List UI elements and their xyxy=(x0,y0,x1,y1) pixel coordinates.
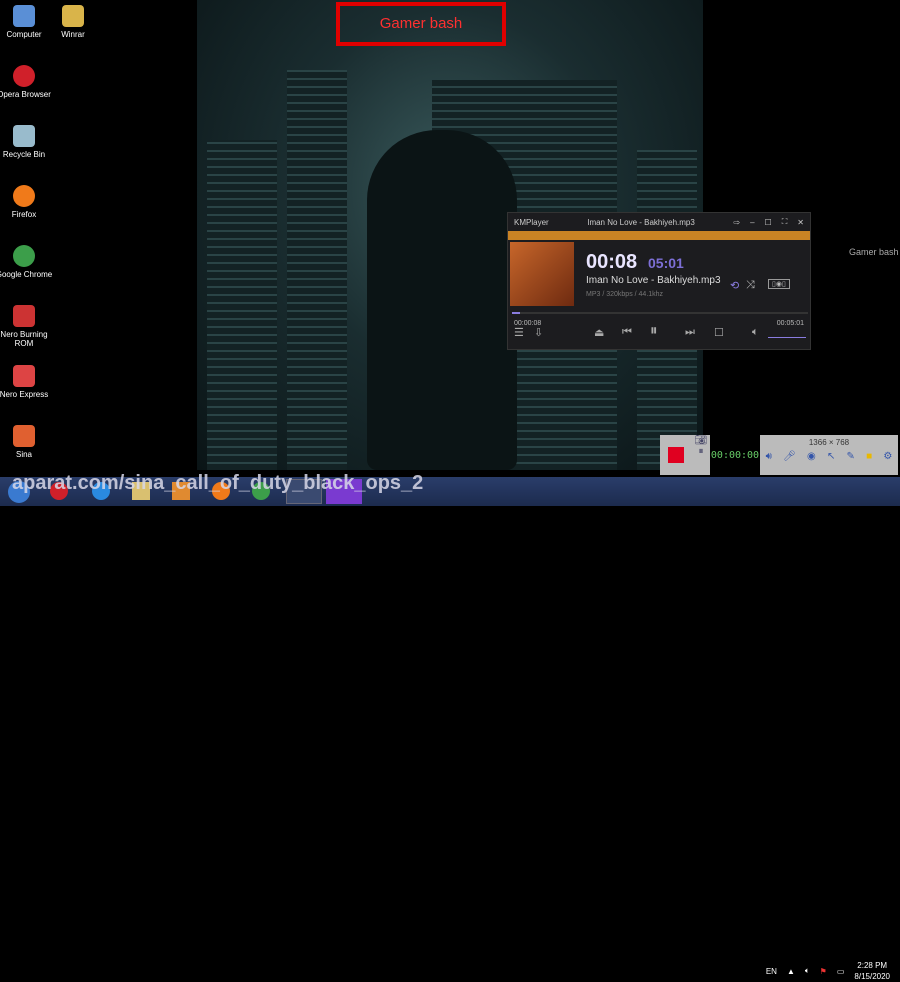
desktop-icon-opera[interactable]: Opera Browser xyxy=(0,65,54,99)
webcam-icon[interactable]: ◉ xyxy=(807,451,816,462)
desktop-icon-firefox[interactable]: Firefox xyxy=(0,185,54,219)
recycle-bin-icon xyxy=(13,125,35,147)
desktop-icon-chrome[interactable]: Google Chrome xyxy=(0,245,54,279)
desktop-icon-sina[interactable]: Sina xyxy=(0,425,54,459)
label: Opera Browser xyxy=(0,90,51,99)
time: 2:28 PM xyxy=(857,961,888,970)
volume-icon[interactable]: 🔈︎ xyxy=(752,326,759,339)
label: Nero Burning ROM xyxy=(0,330,48,348)
eject-icon[interactable]: ⏏ xyxy=(594,326,604,339)
app-name: KMPlayer xyxy=(514,217,549,227)
folder-icon[interactable]: ■ xyxy=(866,451,872,462)
label: Google Chrome xyxy=(0,270,53,279)
desktop-icon-nero-burning[interactable]: Nero Burning ROM xyxy=(0,305,54,348)
resolution-label: 1366 × 768 xyxy=(808,438,850,447)
watermark: aparat.com/sina_call_of_duty_black_ops_2 xyxy=(12,472,424,494)
system-tray: EN ▲ 🔈︎ ⚑ ▭ 2:28 PM 8/15/2020 xyxy=(766,960,890,982)
volume-icon[interactable]: 🔈︎ xyxy=(805,966,810,976)
label: Nero Express xyxy=(0,390,49,399)
desktop-icon-winrar[interactable]: Winrar xyxy=(43,5,103,39)
label: Winrar xyxy=(61,30,85,39)
chrome-icon xyxy=(13,245,35,267)
close-icon[interactable]: ✕ xyxy=(797,218,804,227)
clock[interactable]: 2:28 PM 8/15/2020 xyxy=(854,960,890,982)
folder-icon xyxy=(62,5,84,27)
minimize-icon[interactable]: – xyxy=(750,218,754,227)
duration: 00:05:01 xyxy=(776,320,804,327)
date: 8/15/2020 xyxy=(854,972,890,981)
action-center-icon[interactable]: ⚑ xyxy=(820,967,827,976)
stop-icon[interactable]: ☐ xyxy=(714,326,724,339)
seek-fill xyxy=(512,312,520,314)
fullscreen-icon[interactable]: ⛶ xyxy=(782,217,788,227)
next-icon[interactable]: ⏭ xyxy=(685,326,695,339)
gear-icon[interactable]: ⚙ xyxy=(883,451,892,462)
overlay-title: Gamer bash xyxy=(336,2,506,46)
label: Sina xyxy=(15,450,32,459)
label: Firefox xyxy=(11,210,37,219)
shuffle-icon[interactable]: ⤨ xyxy=(746,279,755,292)
mode-toggle[interactable]: ▯◉▯ xyxy=(768,279,790,289)
maximize-icon[interactable]: ☐ xyxy=(765,218,772,227)
volume-slider[interactable] xyxy=(768,337,806,338)
repeat-icon[interactable]: ⟲ xyxy=(730,279,739,292)
pin-icon[interactable]: ⇨ xyxy=(733,218,740,227)
record-button[interactable] xyxy=(660,435,692,475)
previous-icon[interactable]: ⏮ xyxy=(622,326,632,339)
download-icon[interactable]: ⇩ xyxy=(534,326,543,339)
sina-icon xyxy=(13,425,35,447)
album-art xyxy=(510,242,574,306)
label: Computer xyxy=(6,30,42,39)
kmplayer-window[interactable]: KMPlayer Iman No Love - Bakhiyeh.mp3 ⇨ – ☐… xyxy=(507,212,811,350)
camera-icon[interactable]: 📷︎ ⏸ xyxy=(692,435,710,475)
track-info: MP3 / 320kbps / 44.1khz xyxy=(586,291,664,298)
desktop-icon-recycle-bin[interactable]: Recycle Bin xyxy=(0,125,54,159)
language-indicator[interactable]: EN xyxy=(766,967,777,976)
playlist-icon[interactable]: ☰ xyxy=(514,326,524,339)
total-time: 05:01 xyxy=(648,255,684,271)
video-strip xyxy=(508,231,810,240)
opera-icon xyxy=(13,65,35,87)
speaker-icon[interactable]: 🔊︎ xyxy=(766,451,772,462)
microphone-icon[interactable]: 🎤︎ xyxy=(783,451,796,462)
current-time: 00:08 xyxy=(586,251,638,273)
seek-bar[interactable] xyxy=(512,312,808,314)
screen-recorder-toolbar: 📷︎ ⏸ 00:00:00 1366 × 768 🔊︎ 🎤︎ ◉ ↖ ✎ ■ ⚙ xyxy=(660,435,898,475)
track-name: Iman No Love - Bakhiyeh.mp3 xyxy=(586,275,721,286)
window-title: Iman No Love - Bakhiyeh.mp3 xyxy=(587,217,695,227)
pen-icon[interactable]: ✎ xyxy=(847,451,855,462)
firefox-icon xyxy=(13,185,35,207)
cursor-icon[interactable]: ↖ xyxy=(827,451,835,462)
nero-express-icon xyxy=(13,365,35,387)
title-bar[interactable]: KMPlayer Iman No Love - Bakhiyeh.mp3 ⇨ – ☐… xyxy=(508,213,810,231)
computer-icon xyxy=(13,5,35,27)
side-text: Gamer bash xyxy=(849,247,899,257)
show-hidden-icon[interactable]: ▲ xyxy=(787,967,795,976)
network-icon[interactable]: ▭ xyxy=(837,967,845,976)
desktop-icon-nero-express[interactable]: Nero Express xyxy=(0,365,54,399)
nero-icon xyxy=(13,305,35,327)
timer-display: 00:00:00 xyxy=(710,435,760,475)
pause-icon[interactable]: ⏸ xyxy=(650,322,658,339)
label: Recycle Bin xyxy=(2,150,46,159)
